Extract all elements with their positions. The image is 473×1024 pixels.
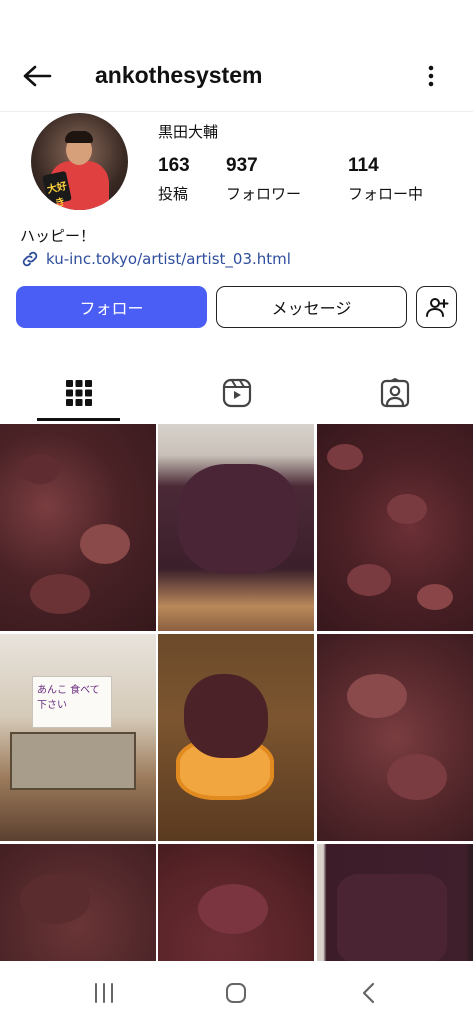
post-thumbnail-7[interactable] [0,844,156,961]
post-thumbnail-4[interactable]: あんこ 食べて下さい [0,634,156,841]
texture [178,464,298,574]
texture [198,884,268,934]
follow-button[interactable]: フォロー [16,286,207,328]
tab-reels[interactable] [158,365,315,421]
texture [387,754,447,800]
handwritten-sign: あんこ 食べて下さい [32,676,112,728]
add-person-icon [425,298,448,317]
post-thumbnail-5[interactable] [158,634,314,841]
system-back-button[interactable] [354,981,384,1005]
system-navigation-bar [0,961,473,1024]
reels-icon [222,378,251,408]
avatar[interactable]: 大好き [31,113,128,210]
post-thumbnail-8[interactable] [158,844,314,961]
texture [347,674,407,718]
post-thumbnail-3[interactable] [317,424,473,631]
stat-followers[interactable]: 937 フォロワー [226,155,301,204]
username-title: ankothesystem [95,62,263,88]
message-button[interactable]: メッセージ [216,286,407,328]
home-button[interactable] [221,981,251,1005]
suggest-users-button[interactable] [416,286,457,328]
post-thumbnail-2[interactable] [158,424,314,631]
anko-mound [184,674,268,758]
bio-text: ハッピー！ [20,227,96,245]
sweets-tray [10,732,136,790]
profile-header: ankothesystem [0,52,473,100]
avatar-hair [65,131,93,143]
texture [20,874,90,924]
following-count: 114 [348,155,379,176]
texture [417,584,453,610]
texture [327,444,363,470]
recent-apps-button[interactable] [89,981,119,1005]
header-divider [0,111,473,112]
active-tab-indicator [37,418,120,421]
stat-following[interactable]: 114 フォロー中 [348,155,423,204]
followers-count: 937 [226,155,258,176]
bio-link[interactable]: ku-inc.tokyo/artist/artist_03.html [20,249,291,269]
texture [30,574,90,614]
display-name: 黒田大輔 [158,123,219,141]
posts-count: 163 [158,155,190,176]
system-back-icon [362,982,375,1004]
more-options-button[interactable] [419,62,443,90]
followers-label: フォロワー [226,185,302,203]
recent-apps-icon [95,983,113,1003]
stat-posts[interactable]: 163 投稿 [158,155,190,204]
bio-link-text: ku-inc.tokyo/artist/artist_03.html [46,250,291,268]
post-thumbnail-1[interactable] [0,424,156,631]
posts-grid: あんこ 食べて下さい [0,424,473,961]
back-button[interactable] [20,62,54,90]
post-thumbnail-9[interactable] [317,844,473,961]
texture [387,494,427,524]
texture [20,454,60,484]
status-bar [0,0,473,44]
following-label: フォロー中 [348,185,424,203]
link-icon [22,251,38,267]
tagged-person-icon [380,378,409,408]
texture [337,874,447,961]
post-thumbnail-6[interactable] [317,634,473,841]
grid-icon [65,380,92,406]
tab-tagged[interactable] [316,365,473,421]
texture [80,524,130,564]
back-arrow-icon [23,65,52,87]
profile-tabs [0,365,473,421]
posts-label: 投稿 [158,185,189,203]
more-vertical-icon [428,65,434,87]
texture [347,564,391,596]
tab-grid[interactable] [0,365,157,421]
home-icon [226,983,246,1003]
